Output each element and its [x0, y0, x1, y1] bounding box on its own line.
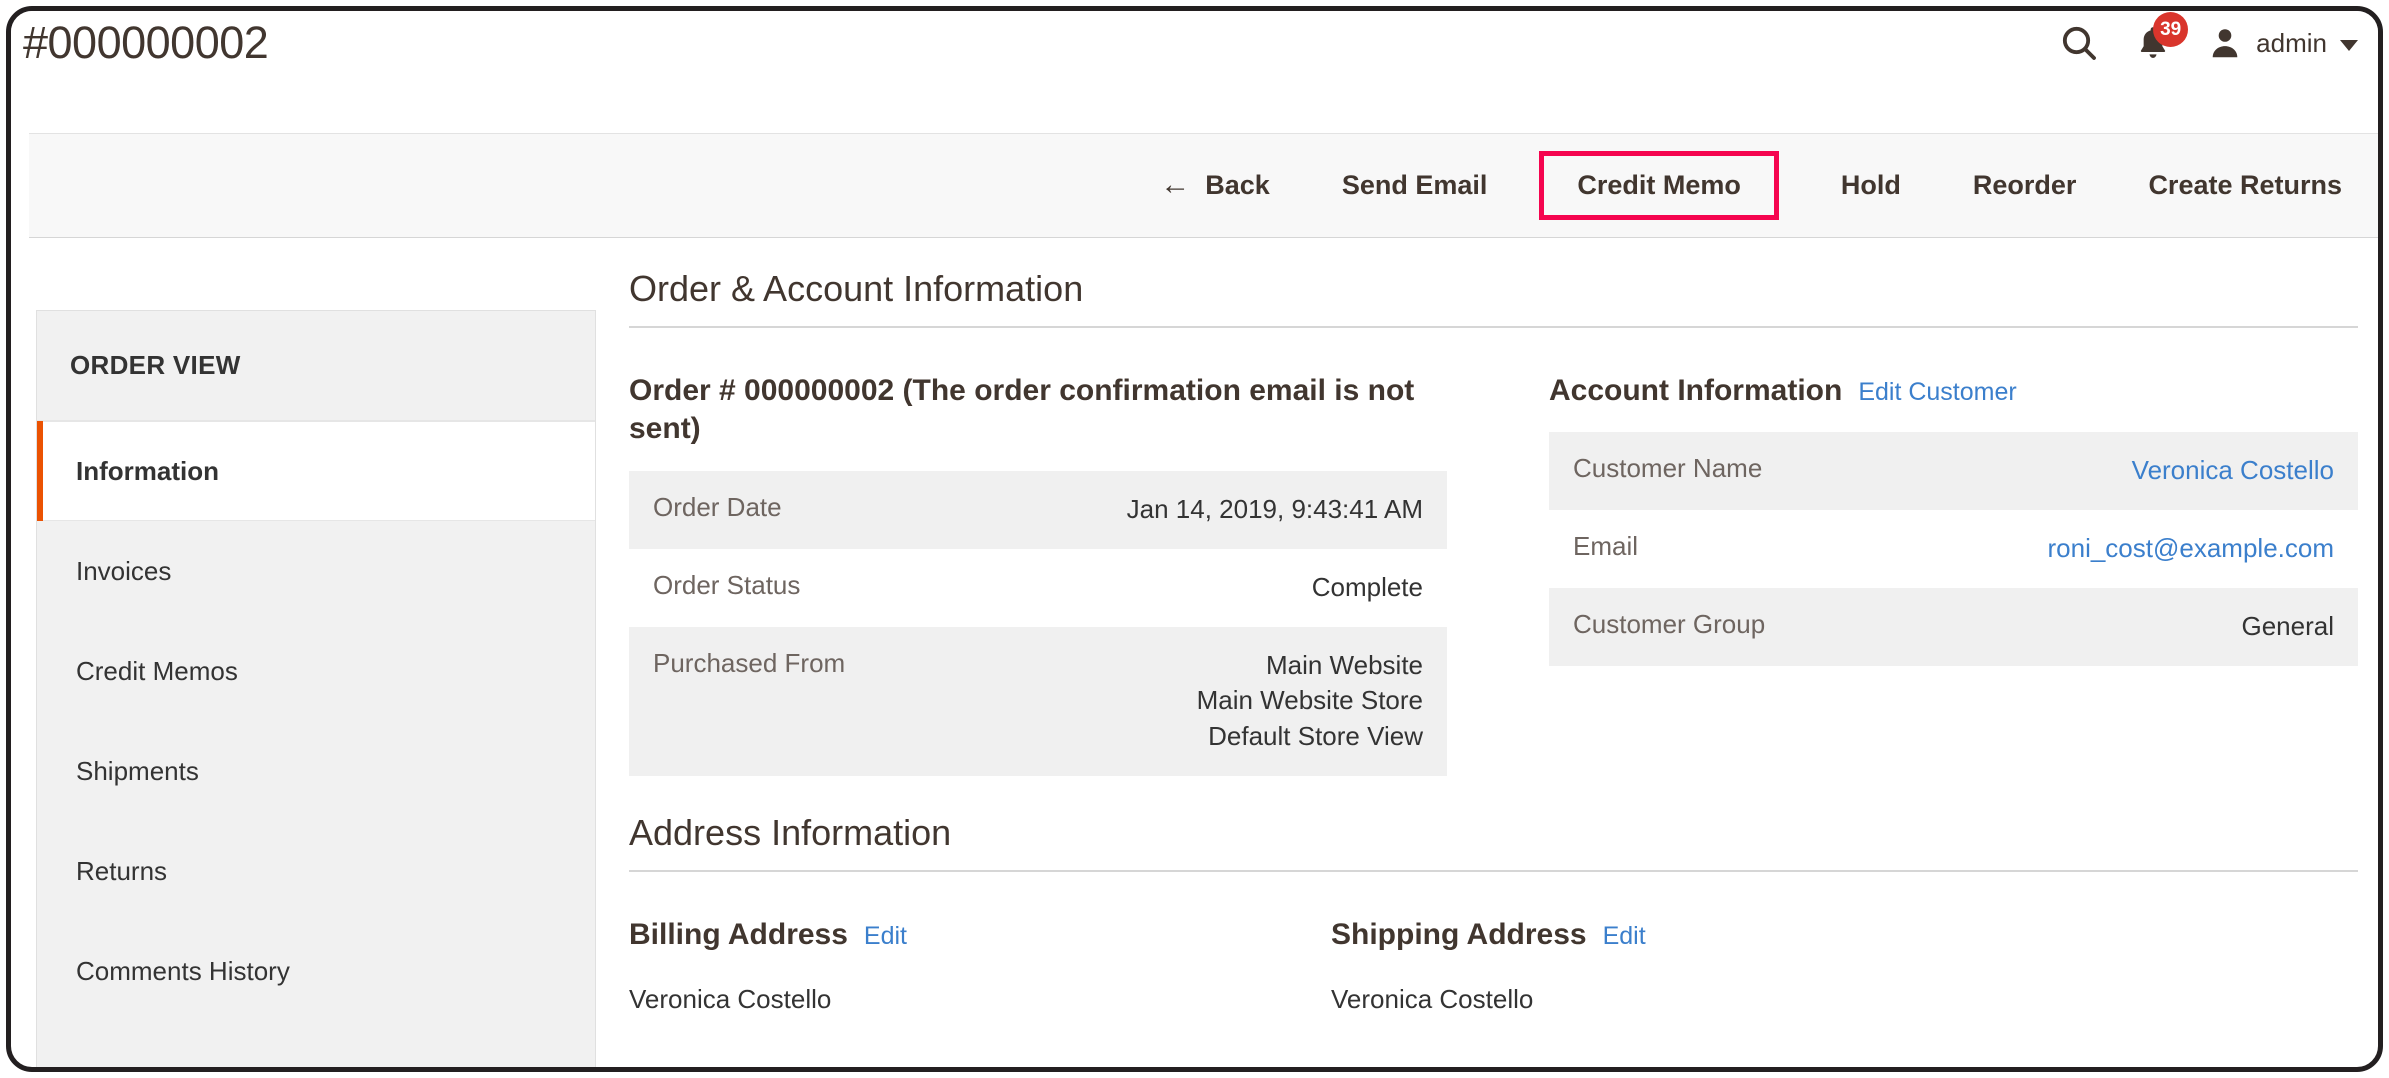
customer-name-link[interactable]: Veronica Costello — [2132, 455, 2334, 485]
row-value: Jan 14, 2019, 9:43:41 AM — [1126, 493, 1423, 524]
shipping-address-block: Shipping Address Edit Veronica Costello — [1331, 916, 2358, 1019]
hold-button-label: Hold — [1840, 170, 1901, 200]
row-label: Order Date — [653, 491, 782, 522]
sidebar-item-label: Shipments — [76, 755, 199, 786]
reorder-button-label: Reorder — [1972, 170, 2077, 200]
admin-label: admin — [2256, 27, 2327, 58]
order-block-title: Order # 000000002 (The order confirmatio… — [629, 374, 1415, 446]
arrow-left-icon: ← — [1160, 167, 1191, 201]
row-value: Veronica Costello — [1954, 432, 2359, 510]
shipping-address-lines: Veronica Costello — [1331, 981, 2358, 1019]
table-row: Order Date Jan 14, 2019, 9:43:41 AM — [629, 470, 1447, 549]
row-label: Purchased From — [653, 647, 846, 678]
sidebar-item-label: Comments History — [76, 955, 290, 986]
billing-address-title-text: Billing Address — [629, 918, 848, 951]
order-account-heading: Order & Account Information — [629, 268, 2358, 328]
sidebar-item-label: Invoices — [76, 555, 172, 586]
row-label: Customer Name — [1573, 453, 1763, 484]
sidebar-item-label: Returns — [76, 855, 168, 886]
chevron-down-icon — [2340, 39, 2358, 51]
sidebar-item-label: Information — [76, 455, 219, 486]
sidebar-title: ORDER VIEW — [37, 311, 595, 421]
order-information-block: Order # 000000002 (The order confirmatio… — [629, 372, 1447, 777]
admin-user-menu[interactable]: admin — [2207, 25, 2358, 61]
account-information-block: Account Information Edit Customer Custom… — [1549, 372, 2358, 776]
sidebar-item-credit-memos[interactable]: Credit Memos — [37, 621, 595, 721]
sidebar-item-invoices[interactable]: Invoices — [37, 521, 595, 621]
sidebar-item-label: Credit Memos — [76, 655, 238, 686]
sidebar-item-information[interactable]: Information — [37, 421, 595, 521]
address-line: Veronica Costello — [629, 984, 832, 1015]
edit-customer-link[interactable]: Edit Customer — [1858, 376, 2016, 408]
shipping-address-title-text: Shipping Address — [1331, 918, 1587, 951]
sidebar-item-shipments[interactable]: Shipments — [37, 721, 595, 821]
page-body: ORDER VIEW Information Invoices Credit M… — [11, 238, 2378, 1067]
billing-address-block: Billing Address Edit Veronica Costello — [629, 916, 1229, 1019]
account-block-title: Account Information Edit Customer — [1549, 372, 2358, 410]
create-returns-button-label: Create Returns — [2148, 170, 2342, 200]
row-label: Order Status — [653, 569, 801, 600]
address-information-section: Address Information Billing Address Edit… — [629, 812, 2358, 1019]
back-button-label: Back — [1205, 170, 1270, 200]
edit-billing-address-link[interactable]: Edit — [864, 920, 907, 952]
create-returns-button[interactable]: Create Returns — [2148, 156, 2342, 215]
credit-memo-button[interactable]: Credit Memo — [1539, 151, 1779, 220]
table-row: Customer Name Veronica Costello — [1549, 432, 2359, 511]
row-label: Email — [1573, 531, 1639, 562]
order-view-sidebar: ORDER VIEW Information Invoices Credit M… — [36, 310, 596, 1067]
order-account-information-section: Order & Account Information Order # 0000… — [629, 268, 2358, 777]
header-actions: 39 admin — [2059, 12, 2358, 69]
hold-button[interactable]: Hold — [1841, 156, 1901, 215]
customer-email-link[interactable]: roni_cost@example.com — [2047, 533, 2334, 563]
order-information-table: Order Date Jan 14, 2019, 9:43:41 AM Orde… — [629, 470, 1447, 777]
row-value: Complete — [1311, 571, 1423, 602]
notification-badge: 39 — [2153, 12, 2189, 47]
order-action-toolbar: ← Back Send Email Credit Memo Hold Reord… — [29, 133, 2378, 238]
address-line: Veronica Costello — [1331, 984, 1534, 1015]
page-title: #000000002 — [23, 17, 269, 68]
account-information-table: Customer Name Veronica Costello Email ro… — [1549, 432, 2359, 667]
row-value: General — [2241, 611, 2335, 642]
billing-address-title: Billing Address Edit — [629, 916, 1229, 954]
reorder-button[interactable]: Reorder — [1973, 156, 2077, 215]
user-avatar-icon — [2212, 29, 2238, 58]
send-email-button-label: Send Email — [1341, 170, 1488, 200]
row-value: Main Website Main Website Store Default … — [1196, 649, 1423, 752]
table-row: Customer Group General — [1549, 588, 2358, 667]
shipping-address-title: Shipping Address Edit — [1331, 916, 2358, 954]
account-block-title-text: Account Information — [1549, 374, 1843, 407]
row-value: roni_cost@example.com — [1954, 510, 2359, 588]
send-email-button[interactable]: Send Email — [1342, 156, 1488, 215]
table-row: Email roni_cost@example.com — [1549, 510, 2359, 589]
browser-window-frame: #000000002 39 admin ← Back Send Email Cr… — [6, 6, 2383, 1072]
back-button[interactable]: ← Back — [1160, 155, 1270, 217]
credit-memo-button-label: Credit Memo — [1577, 170, 1741, 200]
table-row: Purchased From Main Website Main Website… — [629, 626, 1447, 777]
billing-address-lines: Veronica Costello — [629, 981, 1229, 1019]
table-row: Order Status Complete — [629, 548, 1447, 627]
edit-shipping-address-link[interactable]: Edit — [1603, 920, 1646, 952]
row-label: Customer Group — [1573, 609, 1766, 640]
sidebar-item-returns[interactable]: Returns — [37, 821, 595, 921]
main-content: Order & Account Information Order # 0000… — [629, 238, 2358, 1067]
sidebar-item-comments-history[interactable]: Comments History — [37, 921, 595, 1021]
page-header: #000000002 39 admin — [11, 11, 2378, 87]
address-information-heading: Address Information — [629, 812, 2358, 872]
notifications-button[interactable]: 39 — [2135, 12, 2189, 62]
search-icon[interactable] — [2059, 23, 2099, 63]
